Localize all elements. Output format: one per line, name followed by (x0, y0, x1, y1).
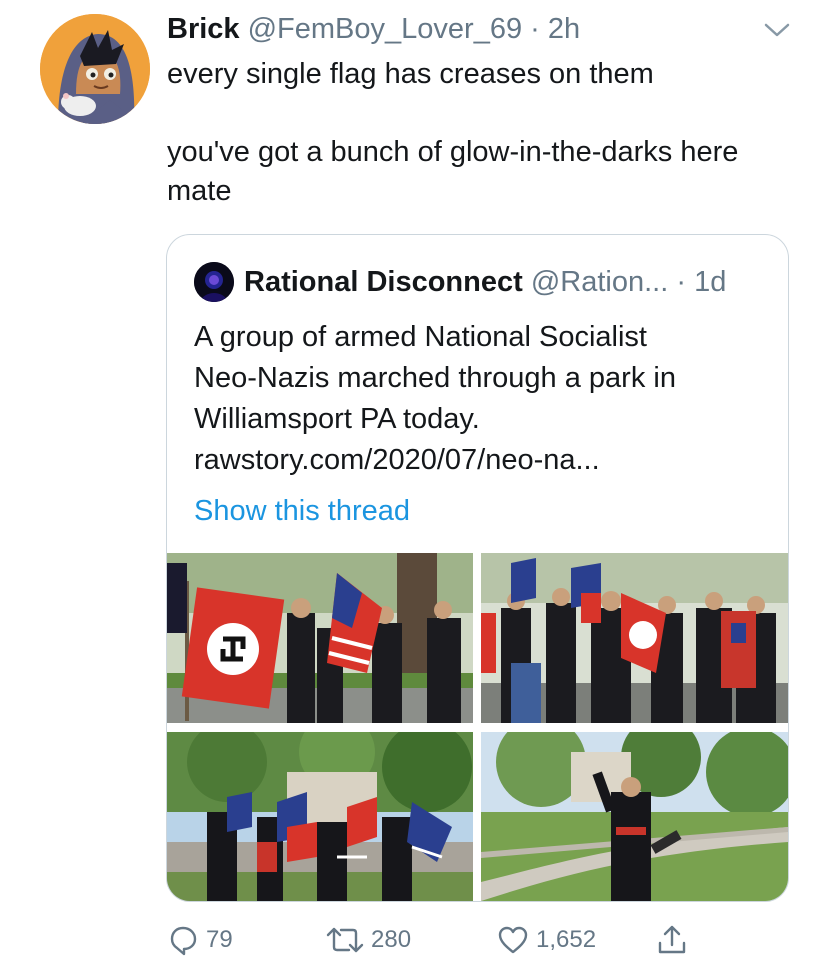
tweet-text: every single flag has creases on them yo… (167, 55, 807, 211)
march-photo-4[interactable] (481, 732, 788, 901)
march-photo-2[interactable] (481, 553, 788, 723)
quoted-author-handle[interactable]: @Ration... (531, 266, 668, 298)
reply-count: 79 (206, 926, 233, 953)
tweet-paragraph: you've got a bunch of glow-in-the-darks … (167, 136, 739, 207)
share-upload-icon (658, 925, 686, 954)
cartoon-character-avatar-icon (40, 14, 150, 124)
retweet-icon (326, 927, 364, 953)
quoted-text-line: A group of armed National Socialist (194, 321, 647, 353)
like-count: 1,652 (536, 926, 597, 953)
retweet-count: 280 (371, 926, 412, 953)
tweet-header: Brick @FemBoy_Lover_69 · 2h (167, 10, 580, 48)
tweet-paragraph: every single flag has creases on them (167, 58, 654, 90)
march-photo-1[interactable] (167, 553, 473, 723)
author-name[interactable]: Brick (167, 13, 240, 45)
tweet-timestamp[interactable]: 2h (548, 13, 580, 45)
quoted-author-avatar[interactable] (194, 262, 234, 302)
show-thread-link[interactable]: Show this thread (194, 491, 410, 531)
quoted-timestamp[interactable]: 1d (694, 266, 726, 298)
like-button[interactable]: 1,652 (496, 920, 596, 960)
dark-portrait-avatar-icon (194, 262, 234, 302)
quoted-header: Rational Disconnect @Ration... · 1d (244, 263, 726, 301)
header-separator: · (522, 13, 548, 45)
quoted-text-line: Neo-Nazis marched through a park in (194, 362, 676, 394)
reply-bubble-icon (170, 926, 197, 956)
quoted-author-name[interactable]: Rational Disconnect (244, 266, 523, 298)
share-button[interactable] (655, 920, 695, 960)
chevron-down-icon[interactable] (762, 20, 792, 40)
retweet-button[interactable]: 280 (325, 920, 411, 960)
quoted-tweet-card[interactable]: Rational Disconnect @Ration... · 1d A gr… (166, 234, 789, 902)
author-avatar[interactable] (40, 14, 150, 124)
reply-button[interactable]: 79 (166, 920, 233, 960)
author-handle[interactable]: @FemBoy_Lover_69 (248, 13, 522, 45)
quoted-text: A group of armed National Socialist Neo-… (194, 317, 774, 481)
quoted-header-dot: · (676, 266, 687, 298)
quoted-link[interactable]: rawstory.com/2020/07/neo-na... (194, 440, 774, 481)
march-photo-3[interactable] (167, 732, 473, 901)
heart-icon (498, 926, 528, 954)
tweet-action-bar: 79 280 1,652 (0, 920, 827, 960)
quoted-text-line: Williamsport PA today. (194, 403, 480, 435)
